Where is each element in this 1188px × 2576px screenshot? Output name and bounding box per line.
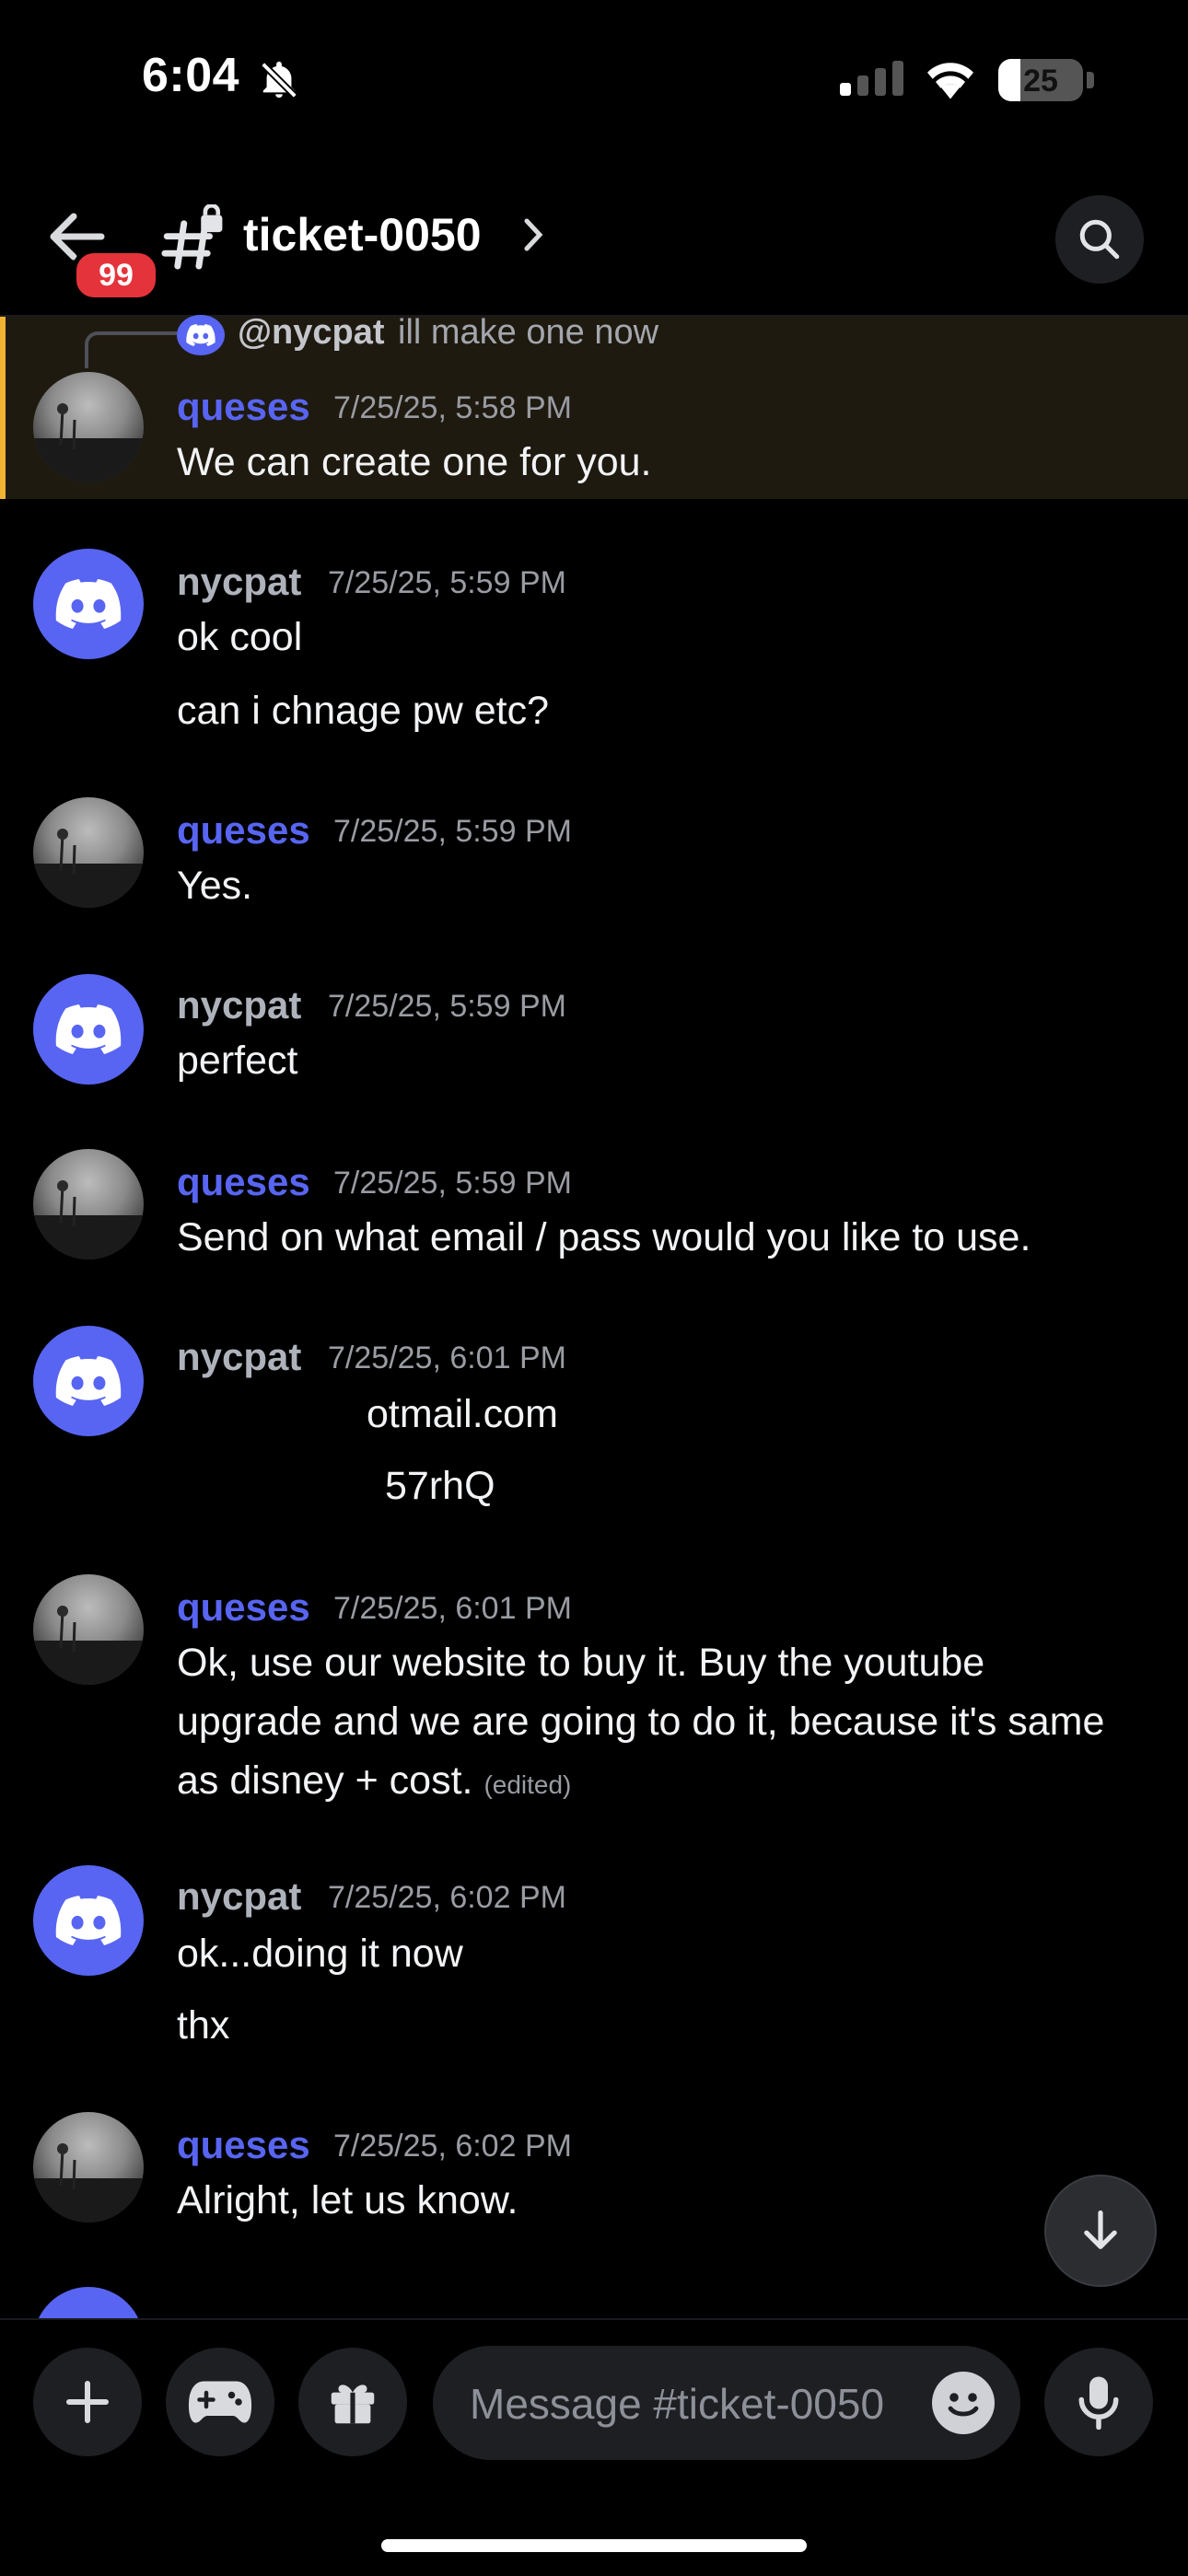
message-timestamp: 7/25/25, 5:58 PM	[333, 390, 572, 425]
hash-lock-icon	[158, 203, 227, 277]
reply-text[interactable]: ill make one now	[398, 313, 658, 353]
message-author[interactable]: queses	[177, 1585, 310, 1630]
message-input[interactable]: Message #ticket-0050	[433, 2346, 1020, 2460]
avatar[interactable]	[33, 974, 144, 1085]
message-text: ok cool	[177, 615, 303, 659]
message-timestamp: 7/25/25, 6:02 PM	[328, 1880, 566, 1915]
status-time: 6:04	[142, 49, 240, 102]
reply-username[interactable]: @nycpat	[238, 313, 385, 353]
search-button[interactable]	[1055, 195, 1144, 284]
message-author[interactable]: queses	[177, 2123, 310, 2167]
plus-icon	[66, 2381, 109, 2423]
message-text: can i chnage pw etc?	[177, 689, 549, 733]
battery-icon: 25	[998, 59, 1083, 101]
home-indicator	[381, 2539, 807, 2552]
emoji-icon[interactable]	[932, 2372, 995, 2434]
message-text: otmail.com	[367, 1392, 558, 1436]
message-author[interactable]: nycpat	[177, 560, 301, 604]
avatar[interactable]	[33, 1149, 144, 1259]
message-timestamp: 7/25/25, 6:02 PM	[333, 2129, 572, 2164]
message-author[interactable]: queses	[177, 808, 310, 853]
chevron-right-icon[interactable]	[521, 215, 545, 259]
avatar[interactable]	[33, 549, 144, 659]
discord-logo-icon	[186, 324, 215, 346]
message-text: upgrade and we are going to do it, becau…	[177, 1700, 1105, 1744]
gift-button[interactable]	[298, 2348, 407, 2456]
message-text: as disney + cost.	[177, 1758, 473, 1803]
avatar[interactable]	[33, 1865, 144, 1976]
avatar[interactable]	[33, 797, 144, 908]
message-author[interactable]: nycpat	[177, 1874, 301, 1919]
jump-to-present-button[interactable]	[1044, 2175, 1157, 2287]
activities-button[interactable]	[166, 2348, 274, 2456]
avatar[interactable]	[33, 1326, 144, 1436]
message-text-last: as disney + cost. (edited)	[177, 1751, 571, 1815]
message-input-placeholder: Message #ticket-0050	[470, 2380, 885, 2428]
wifi-icon	[923, 57, 978, 104]
message-text: 57rhQ	[385, 1464, 495, 1508]
voice-message-button[interactable]	[1044, 2348, 1153, 2456]
avatar[interactable]	[33, 1574, 144, 1685]
message-text: Ok, use our website to buy it. Buy the y…	[177, 1641, 985, 1685]
reply-connector	[85, 331, 177, 368]
message-text: Send on what email / pass would you like…	[177, 1215, 1031, 1259]
message-text: Alright, let us know.	[177, 2178, 518, 2222]
message-author[interactable]: queses	[177, 1160, 310, 1204]
message-text: perfect	[177, 1039, 298, 1083]
bell-slash-icon	[258, 59, 300, 106]
search-icon	[1079, 219, 1120, 260]
message-text: Yes.	[177, 864, 253, 908]
battery-level: 25	[1023, 64, 1058, 99]
channel-name[interactable]: ticket-0050	[243, 208, 482, 261]
avatar[interactable]	[33, 372, 144, 482]
avatar[interactable]	[33, 2112, 144, 2222]
microphone-icon	[1078, 2376, 1119, 2430]
unread-badge: 99	[72, 249, 160, 302]
message-timestamp: 7/25/25, 5:59 PM	[328, 989, 566, 1024]
arrow-down-icon	[1084, 2210, 1117, 2249]
discord-logo-icon	[55, 1004, 122, 1054]
message-text: We can create one for you.	[177, 440, 652, 484]
message-author[interactable]: nycpat	[177, 983, 301, 1027]
highlight-bar	[0, 317, 6, 499]
message-timestamp: 7/25/25, 5:59 PM	[333, 1166, 572, 1201]
message-author[interactable]: queses	[177, 385, 310, 429]
signal-icon	[840, 61, 903, 96]
message-timestamp: 7/25/25, 6:01 PM	[328, 1340, 566, 1375]
gamepad-icon	[188, 2381, 252, 2423]
add-attachment-button[interactable]	[33, 2348, 142, 2456]
edited-label: (edited)	[483, 1770, 572, 1799]
discord-logo-icon	[55, 1356, 122, 1406]
discord-logo-icon	[55, 1896, 122, 1945]
message-text: ok...doing it now	[177, 1932, 463, 1976]
message-timestamp: 7/25/25, 5:59 PM	[333, 814, 572, 849]
discord-logo-icon	[55, 579, 122, 629]
message-author[interactable]: nycpat	[177, 1335, 301, 1379]
message-timestamp: 7/25/25, 5:59 PM	[328, 565, 566, 600]
battery-cap	[1087, 72, 1094, 88]
reply-avatar	[177, 315, 225, 355]
message-timestamp: 7/25/25, 6:01 PM	[333, 1591, 572, 1626]
gift-icon	[331, 2385, 375, 2424]
message-text: thx	[177, 2003, 230, 2048]
